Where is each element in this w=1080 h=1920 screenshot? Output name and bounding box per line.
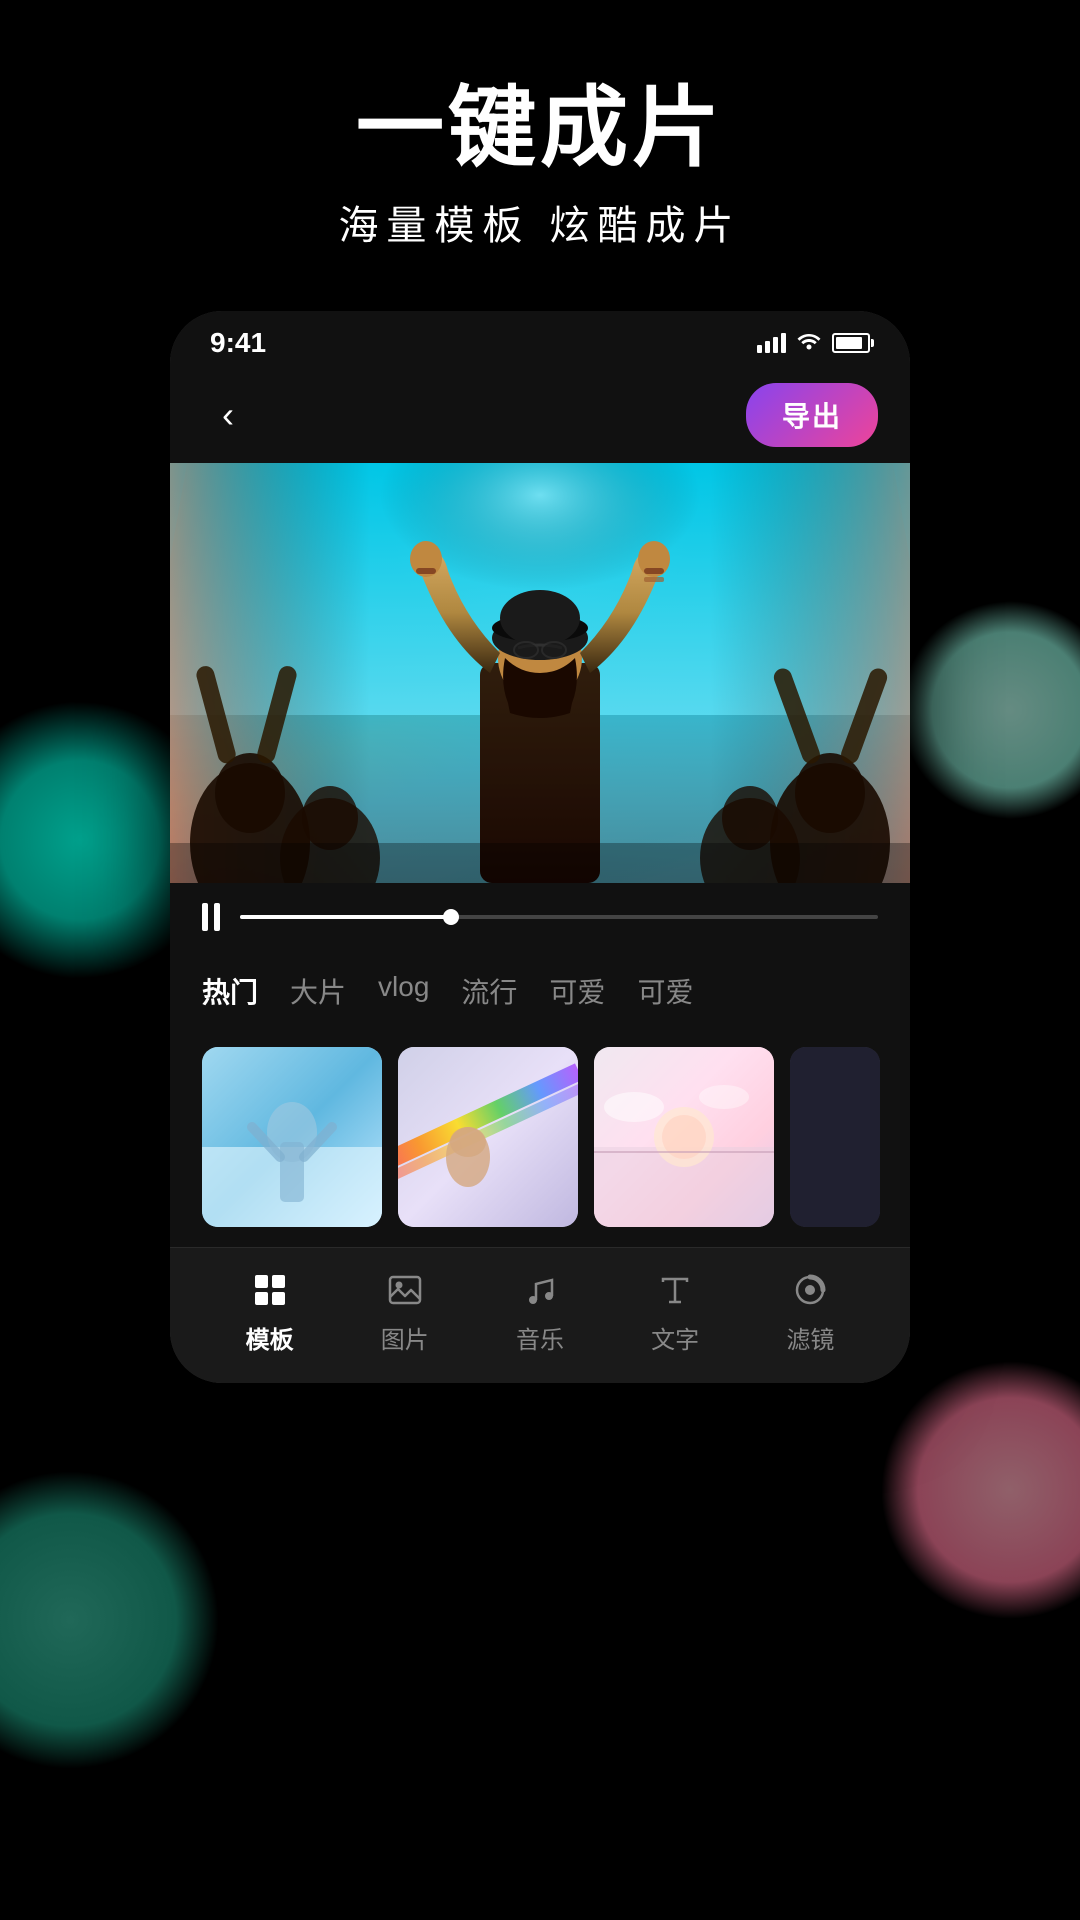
toolbar-image[interactable]: 图片 bbox=[381, 1268, 429, 1355]
back-button[interactable]: ‹ bbox=[202, 389, 254, 441]
video-area bbox=[170, 463, 910, 883]
export-button[interactable]: 导出 bbox=[746, 383, 878, 447]
progress-bar[interactable] bbox=[240, 915, 878, 919]
text-icon bbox=[653, 1268, 697, 1312]
filter-icon bbox=[788, 1268, 832, 1312]
header-subtitle: 海量模板 炫酷成片 bbox=[0, 193, 1080, 251]
crowd-silhouette bbox=[170, 463, 910, 883]
toolbar-template[interactable]: 模板 bbox=[246, 1268, 294, 1355]
battery-icon bbox=[832, 333, 870, 353]
bg-blob-bl bbox=[0, 1470, 220, 1770]
toolbar-text-label: 文字 bbox=[651, 1320, 699, 1355]
bg-blob-br bbox=[880, 1360, 1080, 1620]
category-tabs: 热门 大片 vlog 流行 可爱 可爱 bbox=[170, 951, 910, 1031]
template-thumb-2-art bbox=[398, 1047, 578, 1227]
video-scene bbox=[170, 463, 910, 883]
signal-icon bbox=[757, 333, 786, 353]
template-thumb-1[interactable] bbox=[202, 1047, 382, 1227]
playback-controls bbox=[170, 883, 910, 951]
templates-row bbox=[170, 1031, 910, 1247]
toolbar-filter-label: 滤镜 bbox=[786, 1320, 834, 1355]
status-icons bbox=[757, 330, 870, 356]
header-area: 一键成片 海量模板 炫酷成片 bbox=[0, 0, 1080, 311]
template-thumb-1-art bbox=[202, 1047, 382, 1227]
status-bar: 9:41 bbox=[170, 311, 910, 367]
template-thumb-2[interactable] bbox=[398, 1047, 578, 1227]
tab-cute2[interactable]: 可爱 bbox=[637, 967, 693, 1015]
toolbar-template-label: 模板 bbox=[246, 1320, 294, 1355]
tab-cute1[interactable]: 可爱 bbox=[549, 967, 605, 1015]
bg-blob-tr bbox=[900, 600, 1080, 820]
music-icon bbox=[518, 1268, 562, 1312]
template-icon bbox=[248, 1268, 292, 1312]
pause-icon bbox=[202, 903, 220, 931]
nav-bar: ‹ 导出 bbox=[170, 367, 910, 463]
status-time: 9:41 bbox=[210, 327, 266, 359]
tab-hot[interactable]: 热门 bbox=[202, 967, 258, 1015]
template-thumb-4-art bbox=[790, 1047, 880, 1227]
template-thumb-4-partial[interactable] bbox=[790, 1047, 880, 1227]
wifi-icon bbox=[796, 330, 822, 356]
toolbar-text[interactable]: 文字 bbox=[651, 1268, 699, 1355]
toolbar-music[interactable]: 音乐 bbox=[516, 1268, 564, 1355]
image-icon bbox=[383, 1268, 427, 1312]
progress-filled bbox=[240, 915, 451, 919]
export-label: 导出 bbox=[782, 401, 842, 432]
phone-frame: 9:41 ‹ 导出 bbox=[170, 311, 910, 1383]
tab-popular[interactable]: 流行 bbox=[461, 967, 517, 1015]
progress-thumb[interactable] bbox=[443, 909, 459, 925]
template-thumb-3-art bbox=[594, 1047, 774, 1227]
header-title: 一键成片 bbox=[0, 80, 1080, 177]
toolbar-music-label: 音乐 bbox=[516, 1320, 564, 1355]
pause-button[interactable] bbox=[202, 903, 220, 931]
template-thumb-3[interactable] bbox=[594, 1047, 774, 1227]
back-arrow-icon: ‹ bbox=[222, 394, 234, 436]
toolbar-filter[interactable]: 滤镜 bbox=[786, 1268, 834, 1355]
bottom-toolbar: 模板 图片 音乐 bbox=[170, 1247, 910, 1383]
tab-bigfilm[interactable]: 大片 bbox=[290, 967, 346, 1015]
tab-vlog[interactable]: vlog bbox=[378, 967, 429, 1015]
toolbar-image-label: 图片 bbox=[381, 1320, 429, 1355]
